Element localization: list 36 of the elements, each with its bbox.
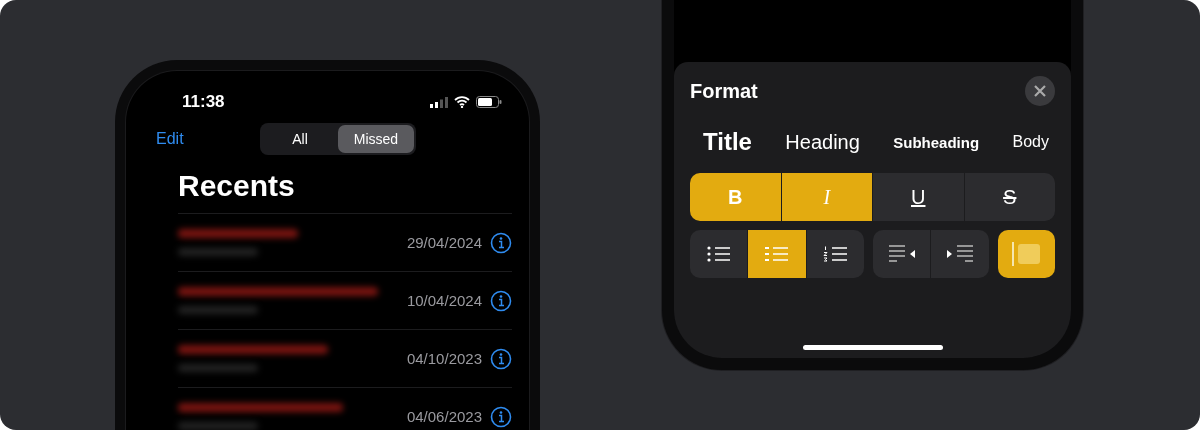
block-quote-icon [1011, 241, 1042, 267]
list-style-button[interactable] [690, 230, 748, 278]
signal-icon [430, 96, 448, 108]
page-title: Recents [178, 169, 296, 203]
outdent-icon [887, 245, 916, 263]
sheet-title: Format [690, 79, 758, 103]
call-date: 10/04/2024 [406, 292, 482, 309]
segment-tab[interactable]: Missed [338, 125, 414, 153]
wifi-icon [454, 96, 470, 108]
paragraph-style[interactable]: Heading [785, 130, 860, 154]
info-icon[interactable] [490, 231, 512, 254]
indent-icon [946, 245, 974, 263]
list-style-button[interactable] [806, 230, 864, 278]
bulleted-list-icon [764, 246, 790, 262]
call-date: 04/10/2023 [406, 350, 482, 367]
close-icon [1034, 85, 1046, 97]
block-quote-button[interactable] [997, 230, 1055, 278]
numbered-list-icon [822, 246, 848, 262]
call-date: 04/06/2023 [406, 408, 482, 425]
outdent-button[interactable] [873, 230, 931, 278]
bulleted-list-icon [706, 246, 732, 262]
edit-button[interactable]: Edit [156, 130, 260, 148]
info-icon[interactable] [490, 405, 512, 428]
info-icon[interactable] [490, 347, 512, 370]
close-button[interactable] [1025, 76, 1055, 106]
info-icon[interactable] [490, 289, 512, 312]
call-date: 29/04/2024 [406, 234, 482, 251]
battery-icon [476, 96, 502, 108]
paragraph-style[interactable]: Title [703, 128, 752, 156]
indent-button[interactable] [931, 230, 989, 278]
text-style-toggle[interactable]: S [964, 173, 1055, 221]
paragraph-style[interactable]: Body [1012, 133, 1049, 151]
paragraph-style[interactable]: Subheading [893, 133, 980, 151]
segment-tab[interactable]: All [262, 125, 338, 153]
status-time: 11:38 [182, 92, 225, 112]
text-style-toggle[interactable]: U [873, 173, 964, 221]
